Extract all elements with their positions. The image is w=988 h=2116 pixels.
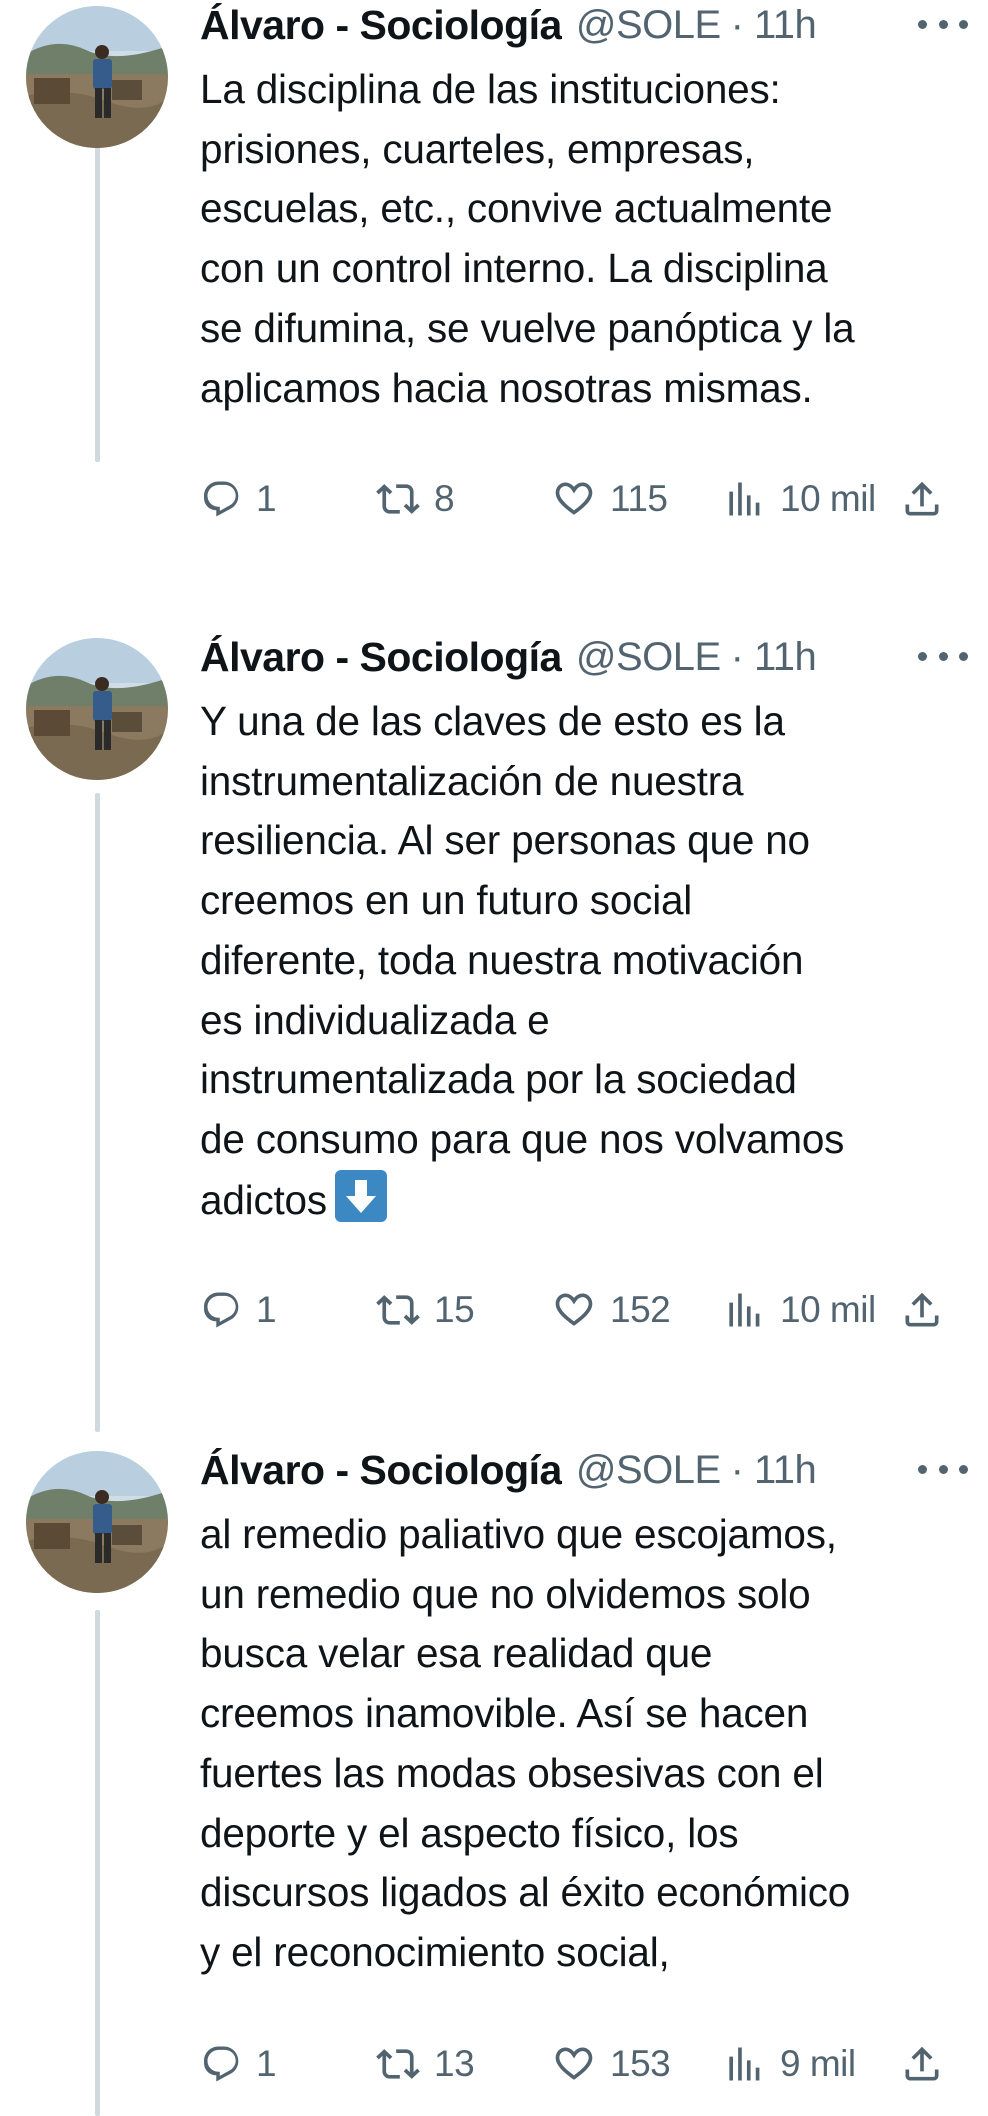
views-chart-icon <box>722 1288 766 1332</box>
tweet-actions: 1 13 153 9 mil <box>200 2036 960 2092</box>
like-count: 152 <box>610 1289 671 1331</box>
separator-dot: · <box>730 1447 744 1492</box>
heart-icon <box>552 1288 596 1332</box>
display-name[interactable]: Álvaro - Sociología <box>200 634 562 681</box>
tweet-text-line: un remedio que no olvidemos solo <box>200 1570 811 1617</box>
retweet-button[interactable]: 13 <box>376 2036 475 2092</box>
tweet-text-line: al remedio paliativo que escojamos, <box>200 1511 837 1557</box>
reply-button[interactable]: 1 <box>200 2036 277 2092</box>
views-chart-icon <box>722 477 766 521</box>
like-button[interactable]: 153 <box>552 2036 671 2092</box>
tweet-header: Álvaro - Sociología @SOLE · 11h <box>200 1445 968 1495</box>
heart-icon <box>552 477 596 521</box>
tweet-text-line: busca velar esa realidad que <box>200 1630 713 1677</box>
more-options-icon[interactable] <box>918 1449 968 1489</box>
tweet-actions: 1 15 152 10 mil <box>200 1282 960 1338</box>
avatar[interactable] <box>26 6 168 148</box>
tweet-text-line: fuertes las modas obsesivas con el <box>200 1749 824 1796</box>
tweet-text: al remedio paliativo que escojamos, un re… <box>200 1505 970 1983</box>
share-button[interactable] <box>900 471 944 527</box>
retweet-icon <box>376 477 420 521</box>
thread-connector-line <box>95 1610 100 2116</box>
tweet-text-line: creemos inamovible. Así se hacen <box>200 1690 809 1737</box>
user-handle[interactable]: @SOLE <box>576 635 721 680</box>
views-button[interactable]: 9 mil <box>722 2036 856 2092</box>
retweet-count: 13 <box>434 2042 475 2084</box>
tweet-text-line: Y una de las claves de esto es la <box>200 698 785 744</box>
tweet-header: Álvaro - Sociología @SOLE · 11h <box>200 0 968 50</box>
views-count: 10 mil <box>780 478 876 520</box>
tweet-text: La disciplina de las instituciones: prisi… <box>200 60 970 418</box>
tweet-text-line: adictos <box>200 1176 327 1223</box>
views-button[interactable]: 10 mil <box>722 1282 876 1338</box>
like-button[interactable]: 115 <box>552 471 668 527</box>
timestamp[interactable]: 11h <box>754 1448 817 1493</box>
reply-icon <box>200 2043 242 2085</box>
reply-count: 1 <box>256 1289 277 1331</box>
tweet-text: Y una de las claves de esto es la instrum… <box>200 692 970 1230</box>
share-button[interactable] <box>900 2036 944 2092</box>
thread-connector-line <box>95 120 100 462</box>
tweet-text-line: escuelas, etc., convive actualmente <box>200 185 833 232</box>
user-handle[interactable]: @SOLE <box>576 1448 721 1493</box>
views-chart-icon <box>722 2042 766 2086</box>
more-options-icon[interactable] <box>918 636 968 676</box>
tweet-text-line: de consumo para que nos volvamos <box>200 1115 845 1162</box>
tweet-text-line: aplicamos hacia nosotras mismas. <box>200 364 813 411</box>
share-icon <box>900 477 944 521</box>
tweet-text-line: deporte y el aspecto físico, los <box>200 1809 739 1856</box>
tweet-text-line: instrumentalizada por la sociedad <box>200 1056 797 1103</box>
timestamp[interactable]: 11h <box>754 635 817 680</box>
avatar[interactable] <box>26 638 168 780</box>
tweet-text-line: diferente, toda nuestra motivación <box>200 936 804 983</box>
retweet-count: 15 <box>434 1289 475 1331</box>
retweet-count: 8 <box>434 478 455 520</box>
share-button[interactable] <box>900 1282 944 1338</box>
retweet-button[interactable]: 15 <box>376 1282 475 1338</box>
tweet-header: Álvaro - Sociología @SOLE · 11h <box>200 632 968 682</box>
tweet-text-line: es individualizada e <box>200 996 550 1043</box>
display-name[interactable]: Álvaro - Sociología <box>200 2 562 49</box>
reply-button[interactable]: 1 <box>200 471 277 527</box>
down-arrow-emoji <box>334 1169 387 1222</box>
separator-dot: · <box>730 634 744 679</box>
avatar[interactable] <box>26 1451 168 1593</box>
reply-icon <box>200 1289 242 1331</box>
display-name[interactable]: Álvaro - Sociología <box>200 1447 562 1494</box>
user-handle[interactable]: @SOLE <box>576 3 721 48</box>
thread-connector-line <box>95 793 100 1432</box>
like-button[interactable]: 152 <box>552 1282 671 1338</box>
tweet-text-line: creemos en un futuro social <box>200 877 693 924</box>
more-options-icon[interactable] <box>918 4 968 44</box>
retweet-button[interactable]: 8 <box>376 471 455 527</box>
tweet-text-line: con un control interno. La disciplina <box>200 245 828 292</box>
tweet-text-line: instrumentalización de nuestra <box>200 757 744 804</box>
views-count: 9 mil <box>780 2042 856 2084</box>
share-icon <box>900 2042 944 2086</box>
like-count: 115 <box>610 478 668 520</box>
tweet-text-line: La disciplina de las instituciones: <box>200 66 781 112</box>
views-count: 10 mil <box>780 1289 876 1331</box>
reply-count: 1 <box>256 2042 277 2084</box>
reply-button[interactable]: 1 <box>200 1282 277 1338</box>
tweet-text-line: se difumina, se vuelve panóptica y la <box>200 304 855 351</box>
timestamp[interactable]: 11h <box>754 3 817 48</box>
heart-icon <box>552 2042 596 2086</box>
retweet-icon <box>376 1288 420 1332</box>
retweet-icon <box>376 2042 420 2086</box>
separator-dot: · <box>730 2 744 47</box>
like-count: 153 <box>610 2042 671 2084</box>
reply-count: 1 <box>256 478 277 520</box>
reply-icon <box>200 478 242 520</box>
views-button[interactable]: 10 mil <box>722 471 876 527</box>
share-icon <box>900 1288 944 1332</box>
tweet-text-line: resiliencia. Al ser personas que no <box>200 817 810 864</box>
tweet-text-line: prisiones, cuarteles, empresas, <box>200 125 755 172</box>
tweet-text-line: y el reconocimiento social, <box>200 1928 670 1975</box>
tweet-actions: 1 8 115 10 mil <box>200 471 960 527</box>
tweet-text-line: discursos ligados al éxito económico <box>200 1869 851 1916</box>
